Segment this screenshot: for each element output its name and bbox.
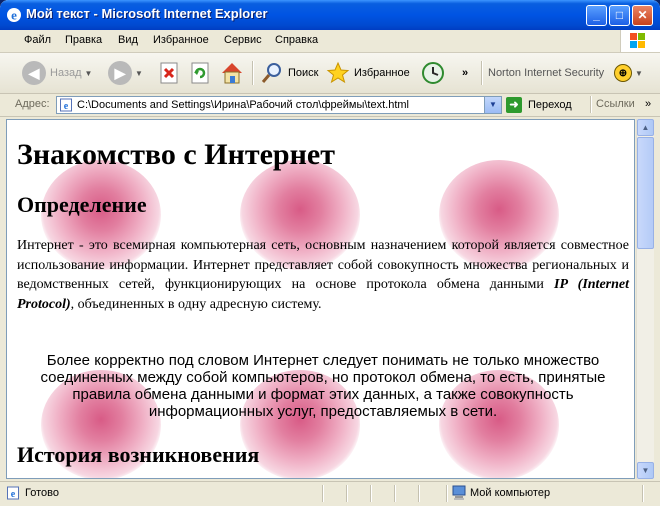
page-title: Знакомство с Интернет [17,138,335,171]
window-title: Мой текст - Microsoft Internet Explorer [26,6,268,21]
status-divider [370,485,372,502]
zone-text: Мой компьютер [470,487,551,499]
links-more-button[interactable]: » [645,98,651,110]
minimize-icon: _ [593,8,600,22]
norton-button[interactable]: ⊕ ▼ [614,59,643,87]
favorites-label: Избранное [354,67,410,79]
menu-help[interactable]: Справка [275,34,318,46]
home-icon [222,63,242,84]
page-content: Знакомство с Интернет Определение Интерн… [6,119,635,479]
close-icon: ✕ [637,8,648,22]
menu-edit[interactable]: Правка [65,34,102,46]
status-text: Готово [25,487,59,499]
section-heading-definition: Определение [17,192,147,217]
menu-bar: Файл Правка Вид Избранное Сервис Справка [0,30,660,53]
status-divider [418,485,420,502]
toolbar-separator [481,61,483,85]
chevron-up-icon: ▲ [641,123,650,132]
svg-text:e: e [11,489,16,500]
menu-tools[interactable]: Сервис [224,34,262,46]
maximize-button[interactable]: □ [609,5,630,26]
address-label: Адрес: [15,98,50,110]
history-button[interactable] [420,59,446,87]
status-divider [642,485,644,502]
search-label: Поиск [288,67,319,79]
scroll-down-button[interactable]: ▼ [637,462,654,479]
stop-button[interactable] [158,59,180,87]
search-icon [261,63,281,83]
chevron-down-icon: ▼ [635,68,643,78]
status-divider [322,485,324,502]
svg-text:e: e [64,101,69,112]
vertical-scrollbar[interactable]: ▲ ▼ [636,119,654,479]
maximize-icon: □ [615,8,624,22]
refresh-icon [191,62,209,84]
chevron-down-icon: ▼ [641,466,650,475]
status-bar: e Готово Мой компьютер [0,481,660,506]
address-separator [590,96,592,113]
go-arrow-icon: ➜ [506,97,522,113]
home-button[interactable] [219,59,245,87]
back-button[interactable]: ◀ Назад ▼ [22,59,92,87]
favorites-button[interactable]: Избранное [326,59,410,87]
scroll-up-button[interactable]: ▲ [637,119,654,136]
standard-toolbar: ◀ Назад ▼ ▶ ▼ Поиск Избранное » Norton I… [0,53,660,94]
menu-file[interactable]: Файл [24,34,51,46]
page-icon: e [60,98,72,112]
go-label: Переход [528,99,572,111]
address-value: C:\Documents and Settings\Ирина\Рабочий … [77,99,410,111]
search-button[interactable]: Поиск [260,59,318,87]
forward-arrow-icon: ▶ [108,61,132,85]
definition-paragraph: Интернет - это всемирная компьютерная се… [17,236,629,314]
links-label[interactable]: Ссылки [596,98,635,110]
chevron-down-icon: ▼ [489,100,497,109]
section-heading-history: История возникновения [17,442,260,467]
page-done-icon: e [7,486,19,500]
norton-label: Norton Internet Security [488,67,605,79]
back-label: Назад [50,67,82,79]
stop-icon [160,62,178,84]
go-button[interactable]: ➜ Переход [506,96,572,114]
definition-text-start: Интернет - это всемирная компьютерная се… [17,238,629,292]
ie-logo-icon: e [7,8,21,23]
windows-logo [620,30,660,52]
menu-favorites[interactable]: Избранное [153,34,209,46]
norton-icon: ⊕ [614,64,632,82]
address-input[interactable]: e C:\Documents and Settings\Ирина\Рабочи… [56,96,502,114]
my-computer-icon [452,485,466,500]
browser-window: e Мой текст - Microsoft Internet Explore… [0,0,660,506]
status-divider [394,485,396,502]
forward-button[interactable]: ▶ ▼ [108,59,143,87]
back-arrow-icon: ◀ [22,61,46,85]
svg-text:e: e [11,8,17,23]
chevron-down-icon: ▼ [84,68,93,78]
status-divider [446,485,448,502]
toolbar-more-button[interactable]: » [462,59,468,87]
address-bar: Адрес: e C:\Documents and Settings\Ирина… [0,94,660,117]
windows-flag-icon [630,33,645,48]
close-button[interactable]: ✕ [632,5,653,26]
title-bar[interactable]: e Мой текст - Microsoft Internet Explore… [0,0,660,30]
toolbar-separator [252,61,254,85]
chevron-down-icon: ▼ [135,68,143,78]
centered-paragraph: Более корректно под словом Интернет след… [40,352,606,420]
status-divider [346,485,348,502]
refresh-button[interactable] [189,59,211,87]
address-dropdown-button[interactable]: ▼ [484,97,501,113]
definition-text-end: , объединенных в одну адресную систему. [70,296,322,312]
history-icon [422,62,444,84]
menu-view[interactable]: Вид [118,34,138,46]
star-icon [326,61,350,84]
minimize-button[interactable]: _ [586,5,607,26]
scroll-thumb[interactable] [637,137,654,249]
